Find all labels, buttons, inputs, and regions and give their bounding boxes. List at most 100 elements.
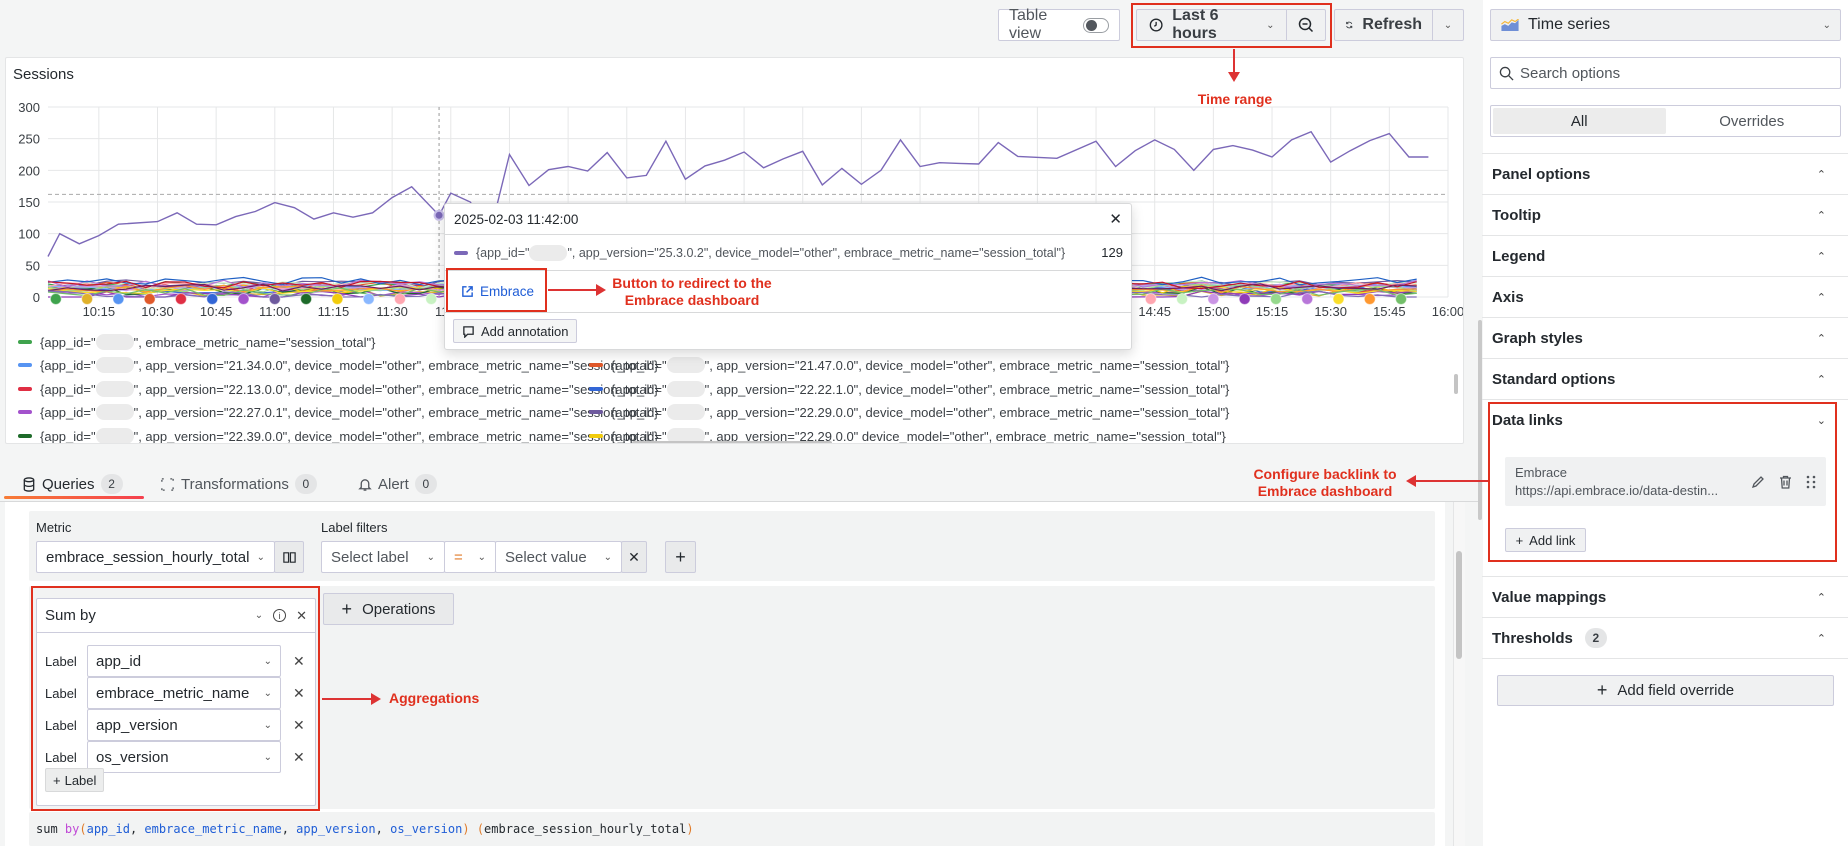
chart-tooltip: 2025-02-03 11:42:00 ✕ {app_id=" ", app_ve… <box>444 203 1132 350</box>
pencil-icon[interactable] <box>1751 475 1765 489</box>
x-tick-label: 11:00 <box>259 304 291 319</box>
legend-item[interactable]: {app_id=" ", app_version="22.27.0.1", dev… <box>18 404 658 420</box>
series-point <box>1363 293 1376 305</box>
tooltip-value: 129 <box>1101 245 1123 260</box>
legend-item[interactable]: {app_id=" ", app_version="21.34.0.0", dev… <box>18 357 658 373</box>
promql-paren: ) <box>462 822 470 836</box>
series-color-swatch <box>589 434 603 438</box>
refresh-button[interactable]: Refresh <box>1335 10 1433 40</box>
tab-alert[interactable]: Alert 0 <box>358 466 437 502</box>
label-select[interactable]: os_version ⌄ <box>87 741 281 773</box>
close-icon[interactable]: ✕ <box>1109 210 1122 228</box>
metric-select[interactable]: embrace_session_hourly_total ⌄ <box>36 541 275 573</box>
section-graph-styles[interactable]: Graph styles ⌃ <box>1482 317 1848 358</box>
query-scrollbar[interactable] <box>1456 551 1462 659</box>
remove-label-icon[interactable]: ✕ <box>293 717 305 734</box>
legend-horizontal-scrollbar[interactable] <box>632 441 832 443</box>
x-tick-label: 15:00 <box>1197 304 1230 319</box>
add-field-override-button[interactable]: + Add field override <box>1497 675 1834 706</box>
remove-label-icon[interactable]: ✕ <box>293 653 305 670</box>
section-legend[interactable]: Legend ⌃ <box>1482 235 1848 276</box>
visualization-picker[interactable]: Time series ⌄ <box>1490 9 1841 41</box>
section-thresholds[interactable]: Thresholds 2 ⌃ <box>1482 617 1848 658</box>
zoom-out-button[interactable] <box>1287 10 1325 40</box>
embrace-data-link[interactable]: Embrace <box>461 284 534 299</box>
operations-label: Operations <box>362 600 436 618</box>
metrics-explorer-button[interactable] <box>274 541 304 573</box>
drag-handle-icon[interactable] <box>1806 475 1816 489</box>
series-point <box>1207 293 1220 305</box>
label-select[interactable]: app_version ⌄ <box>87 709 281 741</box>
label-word: Label <box>45 653 77 669</box>
section-tooltip[interactable]: Tooltip ⌃ <box>1482 194 1848 235</box>
chevron-up-icon: ⌃ <box>1816 168 1826 181</box>
x-tick-label: 10:45 <box>200 304 233 319</box>
label-value: app_version <box>96 716 178 734</box>
remove-label-icon[interactable]: ✕ <box>293 685 305 702</box>
remove-label-icon[interactable]: ✕ <box>293 749 305 766</box>
add-operations-button[interactable]: + Operations <box>323 593 454 625</box>
promql-preview: sum by(app_id, embrace_metric_name, app_… <box>36 822 694 836</box>
promql-by: by <box>64 822 80 836</box>
chevron-down-icon: ⌄ <box>426 551 435 563</box>
operator-dropdown[interactable]: = ⌄ <box>444 541 496 573</box>
section-data-links[interactable]: Data links ⌄ <box>1482 399 1848 440</box>
segment-overrides[interactable]: Overrides <box>1666 108 1839 134</box>
operator-value: = <box>454 548 463 566</box>
series-color-swatch <box>18 434 32 438</box>
label-select[interactable]: embrace_metric_name ⌄ <box>87 677 281 709</box>
section-label: Graph styles <box>1492 329 1583 347</box>
section-label: Tooltip <box>1492 206 1541 224</box>
annotation-line: Configure backlink to <box>1253 466 1397 482</box>
section-standard-options[interactable]: Standard options ⌃ <box>1482 358 1848 399</box>
segment-all[interactable]: All <box>1493 108 1666 134</box>
chevron-down-icon: ⌄ <box>263 719 272 731</box>
remove-filter-button[interactable]: ✕ <box>621 541 647 573</box>
add-filter-button[interactable]: + <box>665 541 696 573</box>
promql-arg: app_version <box>296 822 376 836</box>
tab-transformations[interactable]: Transformations 0 <box>160 466 317 502</box>
series-color-swatch <box>18 410 32 414</box>
comment-icon <box>463 325 474 338</box>
trash-icon[interactable] <box>1779 475 1792 489</box>
y-tick-label: 50 <box>26 258 40 273</box>
close-icon[interactable]: ✕ <box>296 608 307 624</box>
section-axis[interactable]: Axis ⌃ <box>1482 276 1848 317</box>
series-color-swatch <box>589 410 603 414</box>
legend-item[interactable]: {app_id=" ", app_version="22.13.0.0", dev… <box>18 381 658 397</box>
add-label-button[interactable]: + Label <box>45 768 105 792</box>
toggle-switch[interactable] <box>1083 17 1109 33</box>
add-annotation-button[interactable]: Add annotation <box>453 319 578 343</box>
y-tick-label: 100 <box>18 227 40 242</box>
redacted-app-id <box>666 357 705 373</box>
series-color-swatch <box>589 363 603 367</box>
x-tick-label: 11:15 <box>318 304 350 319</box>
legend-item[interactable]: {app_id=" ", app_version="22.39.0.0", dev… <box>18 428 658 443</box>
table-view-toggle[interactable]: Table view <box>998 7 1120 42</box>
time-range-button[interactable]: Last 6 hours ⌄ <box>1137 7 1288 42</box>
aggregation-name[interactable]: Sum by <box>45 607 96 624</box>
legend-item[interactable]: {app_id=" ", app_version="21.47.0.0", dev… <box>589 357 1229 373</box>
chevron-down-icon: ⌄ <box>263 687 272 699</box>
select-value-dropdown[interactable]: Select value ⌄ <box>495 541 622 573</box>
legend-item[interactable]: {app_id=" ", app_version="22.29.0.0", dev… <box>589 404 1229 420</box>
data-link-item[interactable]: Embrace https://api.embrace.io/data-dest… <box>1505 457 1826 506</box>
chevron-up-icon: ⌃ <box>1816 250 1826 263</box>
legend-item[interactable]: {app_id=" ", embrace_metric_name="session… <box>18 334 375 350</box>
legend-item[interactable]: {app_id=" ", app_version="22.22.1.0", dev… <box>589 381 1229 397</box>
search-options-input[interactable]: Search options <box>1490 57 1841 89</box>
annotation-aggregations: Aggregations <box>389 690 480 706</box>
refresh-interval-dropdown[interactable]: ⌄ <box>1433 20 1463 31</box>
series-point <box>425 293 438 305</box>
y-tick-label: 250 <box>18 132 40 147</box>
section-value-mappings[interactable]: Value mappings ⌃ <box>1482 576 1848 617</box>
annotation-line: Button to redirect to the <box>612 275 772 291</box>
info-icon[interactable]: i <box>273 609 287 622</box>
add-link-button[interactable]: + Add link <box>1505 528 1586 552</box>
legend-vertical-scrollbar[interactable] <box>1454 374 1458 394</box>
section-panel-options[interactable]: Panel options ⌃ <box>1482 153 1848 194</box>
select-label-dropdown[interactable]: Select label ⌄ <box>321 541 445 573</box>
chevron-down-icon[interactable]: ⌄ <box>255 610 263 621</box>
label-select[interactable]: app_id ⌄ <box>87 645 281 677</box>
x-tick-label: 16:00 <box>1432 304 1464 319</box>
